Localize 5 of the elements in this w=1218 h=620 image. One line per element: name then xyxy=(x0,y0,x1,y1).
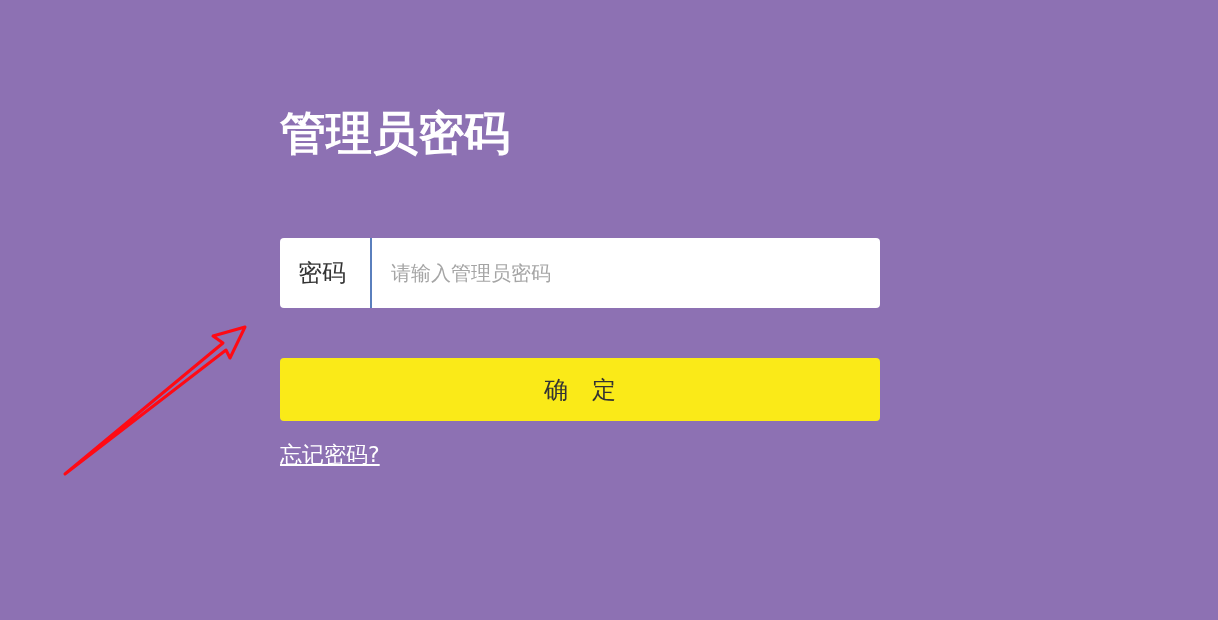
page-title: 管理员密码 xyxy=(280,106,510,160)
confirm-button[interactable]: 确 定 xyxy=(280,358,880,421)
field-label: 密码 xyxy=(280,238,372,308)
password-input[interactable]: 请输入管理员密码 xyxy=(372,238,880,308)
forgot-password-link[interactable]: 忘记密码? xyxy=(280,441,380,469)
